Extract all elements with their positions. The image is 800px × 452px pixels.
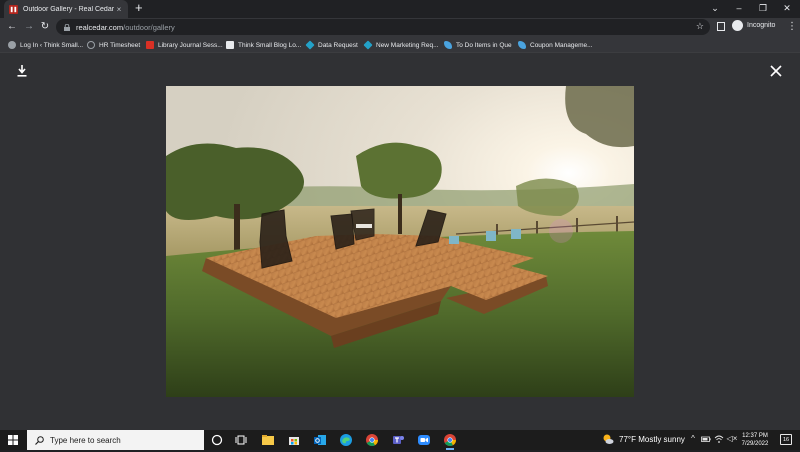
url-host: realcedar.com bbox=[76, 22, 124, 32]
real-cedar-favicon-icon bbox=[9, 4, 18, 14]
incognito-profile-button[interactable]: Incognito bbox=[732, 20, 775, 31]
gallery-photo bbox=[166, 86, 634, 397]
tab-close-icon[interactable]: × bbox=[115, 5, 123, 14]
file-explorer-icon[interactable] bbox=[261, 433, 275, 447]
bookmark-item[interactable]: HR Timesheet bbox=[87, 40, 140, 50]
tab-outdoor-gallery[interactable]: Outdoor Gallery - Real Cedar × bbox=[4, 0, 128, 18]
incognito-icon bbox=[732, 20, 743, 31]
chrome-menu-icon[interactable]: ⋮ bbox=[787, 20, 797, 34]
wordpress-icon bbox=[8, 41, 16, 49]
blog-icon bbox=[226, 41, 234, 49]
windows-start-icon[interactable] bbox=[8, 435, 18, 445]
task-view-icon[interactable] bbox=[234, 433, 248, 447]
bookmark-label: Log In ‹ Think Small... bbox=[20, 41, 84, 49]
bookmark-item[interactable]: Data Request bbox=[305, 40, 358, 50]
tab-strip: Outdoor Gallery - Real Cedar × + ⌄ – ❐ ✕ bbox=[0, 0, 800, 18]
bookmark-item[interactable]: To Do Items in Que bbox=[444, 40, 512, 50]
address-bar[interactable]: realcedar.com/outdoor/gallery ☆ bbox=[56, 19, 710, 35]
power-automate-icon bbox=[444, 41, 452, 49]
incognito-label: Incognito bbox=[747, 22, 776, 29]
cortana-icon[interactable] bbox=[210, 433, 224, 447]
close-viewer-icon[interactable] bbox=[770, 65, 782, 77]
chrome-icon[interactable] bbox=[365, 433, 379, 447]
power-automate-icon bbox=[518, 41, 526, 49]
library-journal-icon bbox=[146, 41, 154, 49]
bookmark-label: New Marketing Req... bbox=[376, 41, 439, 49]
globe-icon bbox=[87, 41, 95, 49]
bookmarks-bar: Log In ‹ Think Small... HR Timesheet Lib… bbox=[0, 37, 800, 53]
restore-button[interactable]: ❐ bbox=[750, 0, 776, 16]
bookmark-label: Data Request bbox=[318, 41, 358, 49]
system-clock[interactable]: 12:37 PM 7/29/2022 bbox=[738, 432, 772, 448]
wifi-icon[interactable] bbox=[714, 434, 724, 444]
image-viewer bbox=[0, 53, 800, 430]
chrome-icon bbox=[444, 434, 456, 447]
battery-icon[interactable] bbox=[701, 434, 711, 444]
chrome-active-window[interactable] bbox=[443, 433, 457, 450]
bookmark-label: Library Journal Sess... bbox=[158, 41, 223, 49]
search-icon bbox=[35, 435, 44, 445]
taskbar-search-box[interactable]: Type here to search bbox=[27, 430, 204, 450]
side-panel-icon[interactable] bbox=[717, 22, 725, 31]
edge-icon[interactable] bbox=[339, 433, 353, 447]
volume-muted-icon[interactable]: ◁× bbox=[726, 434, 738, 444]
bookmark-item[interactable]: New Marketing Req... bbox=[363, 40, 439, 50]
browser-toolbar: ← → ↻ realcedar.com/outdoor/gallery ☆ In… bbox=[0, 18, 800, 37]
tab-search-chevron-icon[interactable]: ⌄ bbox=[702, 0, 728, 16]
minimize-button[interactable]: – bbox=[726, 0, 752, 16]
bookmark-star-icon[interactable]: ☆ bbox=[696, 21, 704, 32]
bookmark-item[interactable]: Library Journal Sess... bbox=[146, 40, 223, 50]
power-apps-icon bbox=[363, 40, 373, 50]
search-placeholder: Type here to search bbox=[50, 435, 121, 445]
windows-taskbar: Type here to search 77°F Mostly sunny ^ … bbox=[0, 430, 800, 450]
bookmark-item[interactable]: Log In ‹ Think Small... bbox=[8, 40, 83, 50]
teams-icon[interactable] bbox=[391, 433, 405, 447]
clock-date: 7/29/2022 bbox=[741, 441, 769, 447]
bookmark-label: To Do Items in Que bbox=[456, 41, 512, 49]
weather-widget[interactable]: 77°F Mostly sunny bbox=[602, 433, 685, 445]
tab-title: Outdoor Gallery - Real Cedar bbox=[23, 5, 115, 13]
forward-button[interactable]: → bbox=[22, 20, 36, 34]
bookmark-item[interactable]: Think Small Blog Lo... bbox=[226, 40, 301, 50]
notification-center-icon[interactable]: 16 bbox=[780, 434, 792, 445]
zoom-icon[interactable] bbox=[417, 433, 431, 447]
bookmark-item[interactable]: Coupon Manageme... bbox=[518, 40, 593, 50]
outlook-icon[interactable] bbox=[313, 433, 327, 447]
power-apps-icon bbox=[305, 40, 315, 50]
bookmark-label: Coupon Manageme... bbox=[530, 41, 593, 49]
bookmark-label: Think Small Blog Lo... bbox=[238, 41, 302, 49]
clock-time: 12:37 PM bbox=[742, 433, 768, 439]
reload-button[interactable]: ↻ bbox=[38, 20, 52, 34]
new-tab-button[interactable]: + bbox=[135, 1, 143, 15]
lock-icon bbox=[64, 23, 70, 31]
weather-text: 77°F Mostly sunny bbox=[619, 434, 685, 444]
download-icon[interactable] bbox=[17, 65, 27, 77]
bookmark-label: HR Timesheet bbox=[99, 41, 141, 49]
back-button[interactable]: ← bbox=[5, 20, 19, 34]
partly-sunny-icon bbox=[603, 434, 614, 444]
microsoft-store-icon[interactable] bbox=[287, 433, 301, 447]
tray-overflow-chevron-icon[interactable]: ^ bbox=[688, 434, 698, 444]
close-window-button[interactable]: ✕ bbox=[774, 0, 800, 16]
url-path: /outdoor/gallery bbox=[123, 22, 175, 32]
